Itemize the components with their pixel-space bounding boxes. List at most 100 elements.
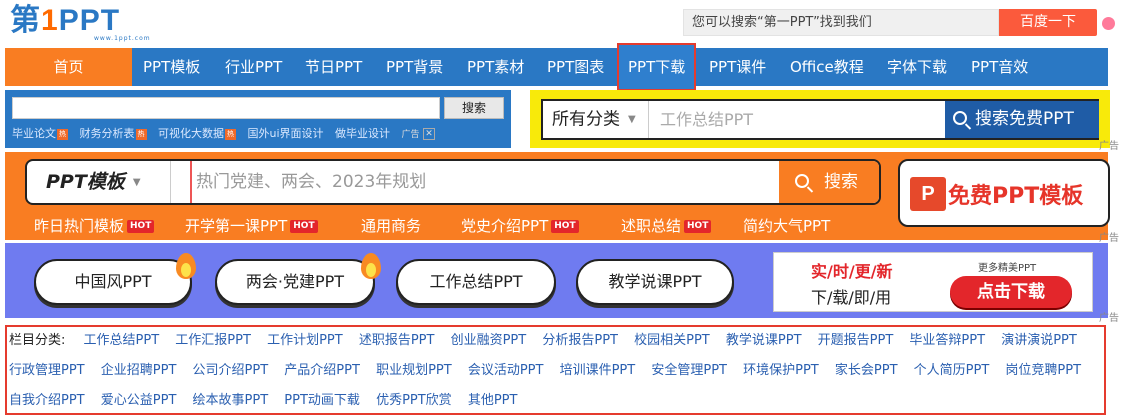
ad-label: 广告 — [1099, 313, 1119, 324]
featured-pill-party-building[interactable]: 两会·党建PPT — [215, 259, 375, 305]
featured-pill-work-summary[interactable]: 工作总结PPT — [396, 259, 556, 305]
ad-label: 广告 — [1099, 233, 1119, 244]
hot-tag[interactable]: 昨日热门模板 HOT — [34, 213, 155, 239]
template-type-select[interactable]: PPT模板 ▼ — [27, 161, 171, 203]
nav-item-ppt-backgrounds[interactable]: PPT背景 — [386, 48, 443, 86]
category-link[interactable]: 演讲演说PPT — [1001, 333, 1077, 348]
nav-item-office-tutorials[interactable]: Office教程 — [790, 48, 864, 86]
hot-tag[interactable]: 述职总结 HOT — [621, 213, 712, 239]
site-logo[interactable]: 第1PPT www.1ppt.com — [10, 4, 180, 46]
page: 第1PPT www.1ppt.com 您可以搜索“第一PPT”找到我们 百度一下… — [0, 0, 1128, 417]
nav-item-industry-ppt[interactable]: 行业PPT — [225, 48, 282, 86]
hot-badge: HOT — [127, 220, 155, 233]
category-row: 栏目分类: 工作总结PPT 工作汇报PPT 工作计划PPT 述职报告PPT 创业… — [9, 330, 1089, 352]
category-link[interactable]: 工作计划PPT — [267, 333, 343, 348]
category-row: 行政管理PPT 企业招聘PPT 公司介绍PPT 产品介绍PPT 职业规划PPT … — [9, 360, 1093, 382]
hot-tag-row: 昨日热门模板 HOT 开学第一课PPT HOT 通用商务 党史介绍PPT HOT 述职… — [5, 213, 875, 239]
category-link[interactable]: 职业规划PPT — [376, 363, 452, 378]
hot-tag[interactable]: 简约大气PPT — [743, 213, 830, 239]
download-ad-line1: 实/时/更/新 — [811, 262, 893, 281]
hot-flag-icon: 热 — [225, 128, 236, 140]
nav-item-font-download[interactable]: 字体下载 — [887, 48, 947, 86]
category-link[interactable]: 创业融资PPT — [451, 333, 527, 348]
hot-badge: HOT — [684, 220, 712, 233]
search-icon — [953, 111, 967, 125]
category-link[interactable]: 企业招聘PPT — [101, 363, 177, 378]
category-link[interactable]: 其他PPT — [468, 393, 518, 408]
ad-label: 广告 — [1099, 141, 1119, 152]
hot-flag-icon: 热 — [57, 128, 68, 140]
hot-tag[interactable]: 开学第一课PPT HOT — [185, 213, 318, 239]
free-ppt-template-label: 免费PPT模板 — [948, 184, 1084, 209]
template-search-input[interactable]: 热门党建、两会、2023年规划 — [190, 161, 770, 203]
nav-item-ppt-templates[interactable]: PPT模板 — [143, 48, 200, 86]
category-link[interactable]: 校园相关PPT — [634, 333, 710, 348]
hot-badge: HOT — [551, 220, 579, 233]
hot-tag[interactable]: 党史介绍PPT HOT — [461, 213, 579, 239]
mini-hot-links: 毕业论文热 财务分析表热 可视化大数据热 国外ui界面设计 做毕业设计 广告 ✕ — [12, 125, 436, 141]
category-link[interactable]: 公司介绍PPT — [193, 363, 269, 378]
category-row: 自我介绍PPT 爱心公益PPT 绘本故事PPT PPT动画下载 优秀PPT欣赏 … — [9, 390, 529, 412]
nav-item-holiday-ppt[interactable]: 节日PPT — [305, 48, 362, 86]
category-link[interactable]: 安全管理PPT — [651, 363, 727, 378]
template-search-button[interactable]: 搜索 — [779, 161, 879, 203]
download-ad-line2: 下/载/即/用 — [811, 288, 892, 307]
hot-link[interactable]: 国外ui界面设计 — [248, 127, 324, 140]
category-label: 栏目分类: — [9, 333, 66, 348]
baidu-search-input[interactable]: 您可以搜索“第一PPT”找到我们 — [683, 9, 999, 36]
hot-link[interactable]: 财务分析表热 — [80, 127, 147, 140]
category-link[interactable]: 述职报告PPT — [359, 333, 435, 348]
category-search-input[interactable]: 工作总结PPT — [660, 101, 940, 138]
hot-badge: HOT — [290, 220, 318, 233]
category-link[interactable]: PPT动画下载 — [284, 393, 360, 408]
category-link[interactable]: 行政管理PPT — [9, 363, 85, 378]
category-link[interactable]: 工作汇报PPT — [175, 333, 251, 348]
hot-flag-icon: 热 — [135, 128, 147, 140]
category-panel: 栏目分类: 工作总结PPT 工作汇报PPT 工作计划PPT 述职报告PPT 创业… — [5, 325, 1106, 415]
logo-text: 第1PPT — [10, 4, 121, 37]
fire-icon — [361, 253, 381, 279]
mini-search-input[interactable] — [12, 97, 440, 119]
category-link[interactable]: 分析报告PPT — [542, 333, 618, 348]
hot-link[interactable]: 做毕业设计 — [335, 127, 390, 140]
category-link[interactable]: 会议活动PPT — [468, 363, 544, 378]
category-link[interactable]: 岗位竞聘PPT — [1005, 363, 1081, 378]
category-link[interactable]: 产品介绍PPT — [284, 363, 360, 378]
category-link[interactable]: 绘本故事PPT — [193, 393, 269, 408]
category-link[interactable]: 家长会PPT — [835, 363, 898, 378]
fire-icon — [176, 253, 196, 279]
nav-item-ppt-courseware[interactable]: PPT课件 — [709, 48, 766, 86]
nav-item-ppt-materials[interactable]: PPT素材 — [467, 48, 524, 86]
hot-link[interactable]: 可视化大数据热 — [158, 127, 236, 140]
nav-item-ppt-charts[interactable]: PPT图表 — [547, 48, 604, 86]
search-free-ppt-button[interactable]: 搜索免费PPT — [945, 101, 1099, 138]
search-icon — [795, 174, 809, 188]
category-link[interactable]: 工作总结PPT — [84, 333, 160, 348]
category-link[interactable]: 爱心公益PPT — [101, 393, 177, 408]
click-download-button[interactable]: 点击下载 — [950, 276, 1072, 308]
category-select[interactable]: 所有分类 ▼ — [543, 101, 649, 138]
featured-pill-teaching[interactable]: 教学说课PPT — [576, 259, 734, 305]
ad-label: 广告 — [401, 130, 420, 140]
nav-home[interactable]: 首页 — [5, 48, 132, 86]
category-link[interactable]: 个人简历PPT — [914, 363, 990, 378]
hot-tag[interactable]: 通用商务 — [361, 213, 421, 239]
download-ad-more: 更多精美PPT — [978, 263, 1037, 274]
caret-down-icon: ▼ — [628, 114, 636, 125]
mini-search-button[interactable]: 搜索 — [444, 97, 504, 119]
nav-item-ppt-sound[interactable]: PPT音效 — [971, 48, 1028, 86]
category-link[interactable]: 自我介绍PPT — [9, 393, 85, 408]
powerpoint-icon: P — [910, 177, 946, 211]
decor-dot-icon — [1102, 17, 1115, 30]
hot-link[interactable]: 毕业论文热 — [12, 127, 68, 140]
baidu-search-button[interactable]: 百度一下 — [999, 9, 1097, 36]
nav-item-ppt-download[interactable]: PPT下载 — [616, 43, 697, 91]
category-link[interactable]: 毕业答辩PPT — [909, 333, 985, 348]
category-link[interactable]: 优秀PPT欣赏 — [376, 393, 452, 408]
featured-pill-chinese-style[interactable]: 中国风PPT — [34, 259, 192, 305]
category-link[interactable]: 环境保护PPT — [743, 363, 819, 378]
category-link[interactable]: 培训课件PPT — [560, 363, 636, 378]
close-icon[interactable]: ✕ — [423, 128, 436, 140]
category-link[interactable]: 开题报告PPT — [818, 333, 894, 348]
category-link[interactable]: 教学说课PPT — [726, 333, 802, 348]
